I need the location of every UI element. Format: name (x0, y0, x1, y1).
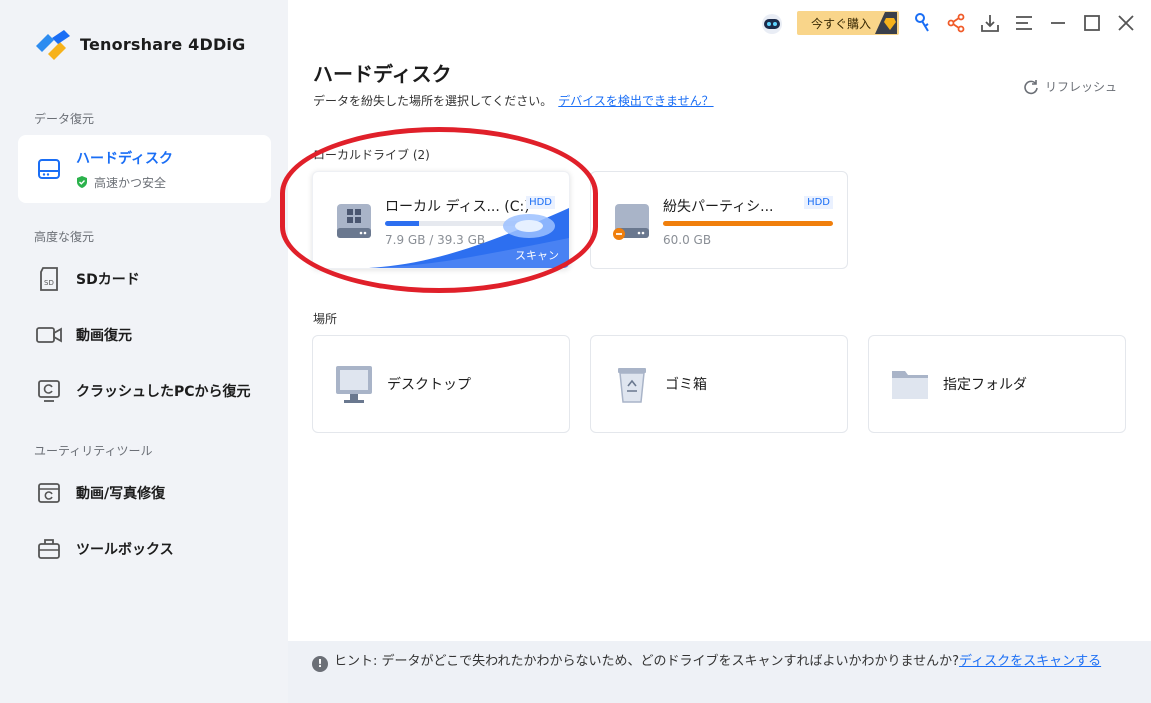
main-panel: 今すぐ購入 ハードディスク データを紛失した場所を選択してください。 デバイスを検… (288, 0, 1151, 703)
section-title-utility: ユーティリティツール (34, 444, 153, 458)
share-icon[interactable] (945, 12, 967, 34)
scan-button[interactable]: スキャン (515, 247, 559, 263)
toolbox-icon (36, 536, 62, 562)
desktop-icon (335, 364, 373, 404)
location-recycle-bin[interactable]: ゴミ箱 (590, 335, 848, 433)
hdd-badge: HDD (804, 196, 833, 209)
maximize-icon[interactable] (1081, 12, 1103, 34)
crashed-pc-icon (36, 378, 62, 404)
drive-card-lost-partition[interactable]: 紛失パーティシ... HDD 60.0 GB (590, 171, 848, 269)
drive-size: 60.0 GB (663, 233, 712, 247)
sidebar-item-crashed-pc[interactable]: クラッシュしたPCから復元 (18, 357, 271, 425)
page-description: データを紛失した場所を選択してください。 デバイスを検出できません？ (313, 92, 714, 109)
buy-now-label: 今すぐ購入 (810, 16, 871, 31)
svg-text:SD: SD (44, 279, 54, 287)
app-name: Tenorshare 4DDiG (80, 34, 246, 54)
key-icon[interactable] (911, 12, 933, 34)
info-icon: ! (312, 656, 328, 672)
hint-prefix: ヒント: (334, 654, 378, 669)
robot-icon[interactable] (759, 10, 785, 36)
hard-drive-lost-icon (613, 204, 649, 240)
hint-bar: ! ヒント: データがどこで失われたかわからないため、どのドライブをスキャンすれば… (288, 641, 1151, 703)
page-description-text: データを紛失した場所を選択してください。 (313, 94, 553, 108)
refresh-icon (1024, 79, 1038, 94)
video-icon (36, 322, 62, 348)
sidebar-item-label: 動画復元 (76, 328, 132, 344)
menu-icon[interactable] (1013, 12, 1035, 34)
hint-text: データがどこで失われたかわからないため、どのドライブをスキャンすればよいかわかり… (381, 654, 960, 669)
app-logo: Tenorshare 4DDiG (34, 28, 245, 60)
recycle-bin-icon (613, 364, 651, 404)
sidebar-item-label: SDカード (76, 272, 140, 288)
location-label: 指定フォルダ (943, 377, 1027, 393)
minimize-icon[interactable] (1047, 12, 1069, 34)
location-label: ゴミ箱 (665, 377, 707, 393)
drive-name: 紛失パーティシ... (663, 199, 774, 215)
folder-icon (891, 364, 929, 404)
usage-bar (663, 221, 833, 226)
hard-disk-icon (36, 156, 62, 182)
close-icon[interactable] (1115, 12, 1137, 34)
sidebar-item-toolbox[interactable]: ツールボックス (18, 515, 271, 583)
sidebar-item-hard-disk[interactable]: ハードディスク 高速かつ安全 (18, 135, 271, 203)
buy-now-button[interactable]: 今すぐ購入 (796, 11, 899, 35)
locations-label: 場所 (313, 312, 338, 326)
sidebar-item-label: ハードディスク (76, 150, 174, 167)
title-bar: 今すぐ購入 (759, 10, 1137, 36)
shield-check-icon (77, 176, 87, 188)
local-drives-label: ローカルドライブ (2) (313, 148, 430, 162)
refresh-button[interactable]: リフレッシュ (1023, 78, 1117, 95)
drive-card-local-c[interactable]: ローカル ディス... (C:) HDD 7.9 GB / 39.3 GB スキ… (312, 171, 570, 269)
section-title-advanced: 高度な復元 (34, 230, 95, 244)
sidebar-item-sub-label: 高速かつ安全 (94, 175, 167, 190)
sidebar: Tenorshare 4DDiG データ復元 ハードディスク 高速かつ安全 高度… (0, 0, 288, 703)
location-desktop[interactable]: デスクトップ (312, 335, 570, 433)
hard-drive-windows-icon (337, 204, 371, 238)
sidebar-item-label: ツールボックス (76, 542, 174, 558)
sd-card-icon: SD (36, 266, 62, 292)
download-icon[interactable] (979, 12, 1001, 34)
detect-device-link[interactable]: デバイスを検出できません？ (558, 94, 713, 108)
scan-disk-link[interactable]: ディスクをスキャンする (959, 654, 1101, 669)
sidebar-item-sub: 高速かつ安全 (76, 174, 173, 191)
sidebar-item-label: クラッシュしたPCから復元 (76, 384, 251, 400)
section-title-data-recovery: データ復元 (34, 112, 95, 126)
sidebar-item-label: 動画/写真修復 (76, 486, 166, 502)
photo-repair-icon (36, 480, 62, 506)
location-label: デスクトップ (387, 377, 471, 393)
refresh-label: リフレッシュ (1044, 80, 1117, 94)
diamond-icon (875, 12, 897, 34)
4ddig-logo-icon (36, 30, 70, 60)
page-title: ハードディスク (313, 62, 452, 86)
location-folder[interactable]: 指定フォルダ (868, 335, 1126, 433)
